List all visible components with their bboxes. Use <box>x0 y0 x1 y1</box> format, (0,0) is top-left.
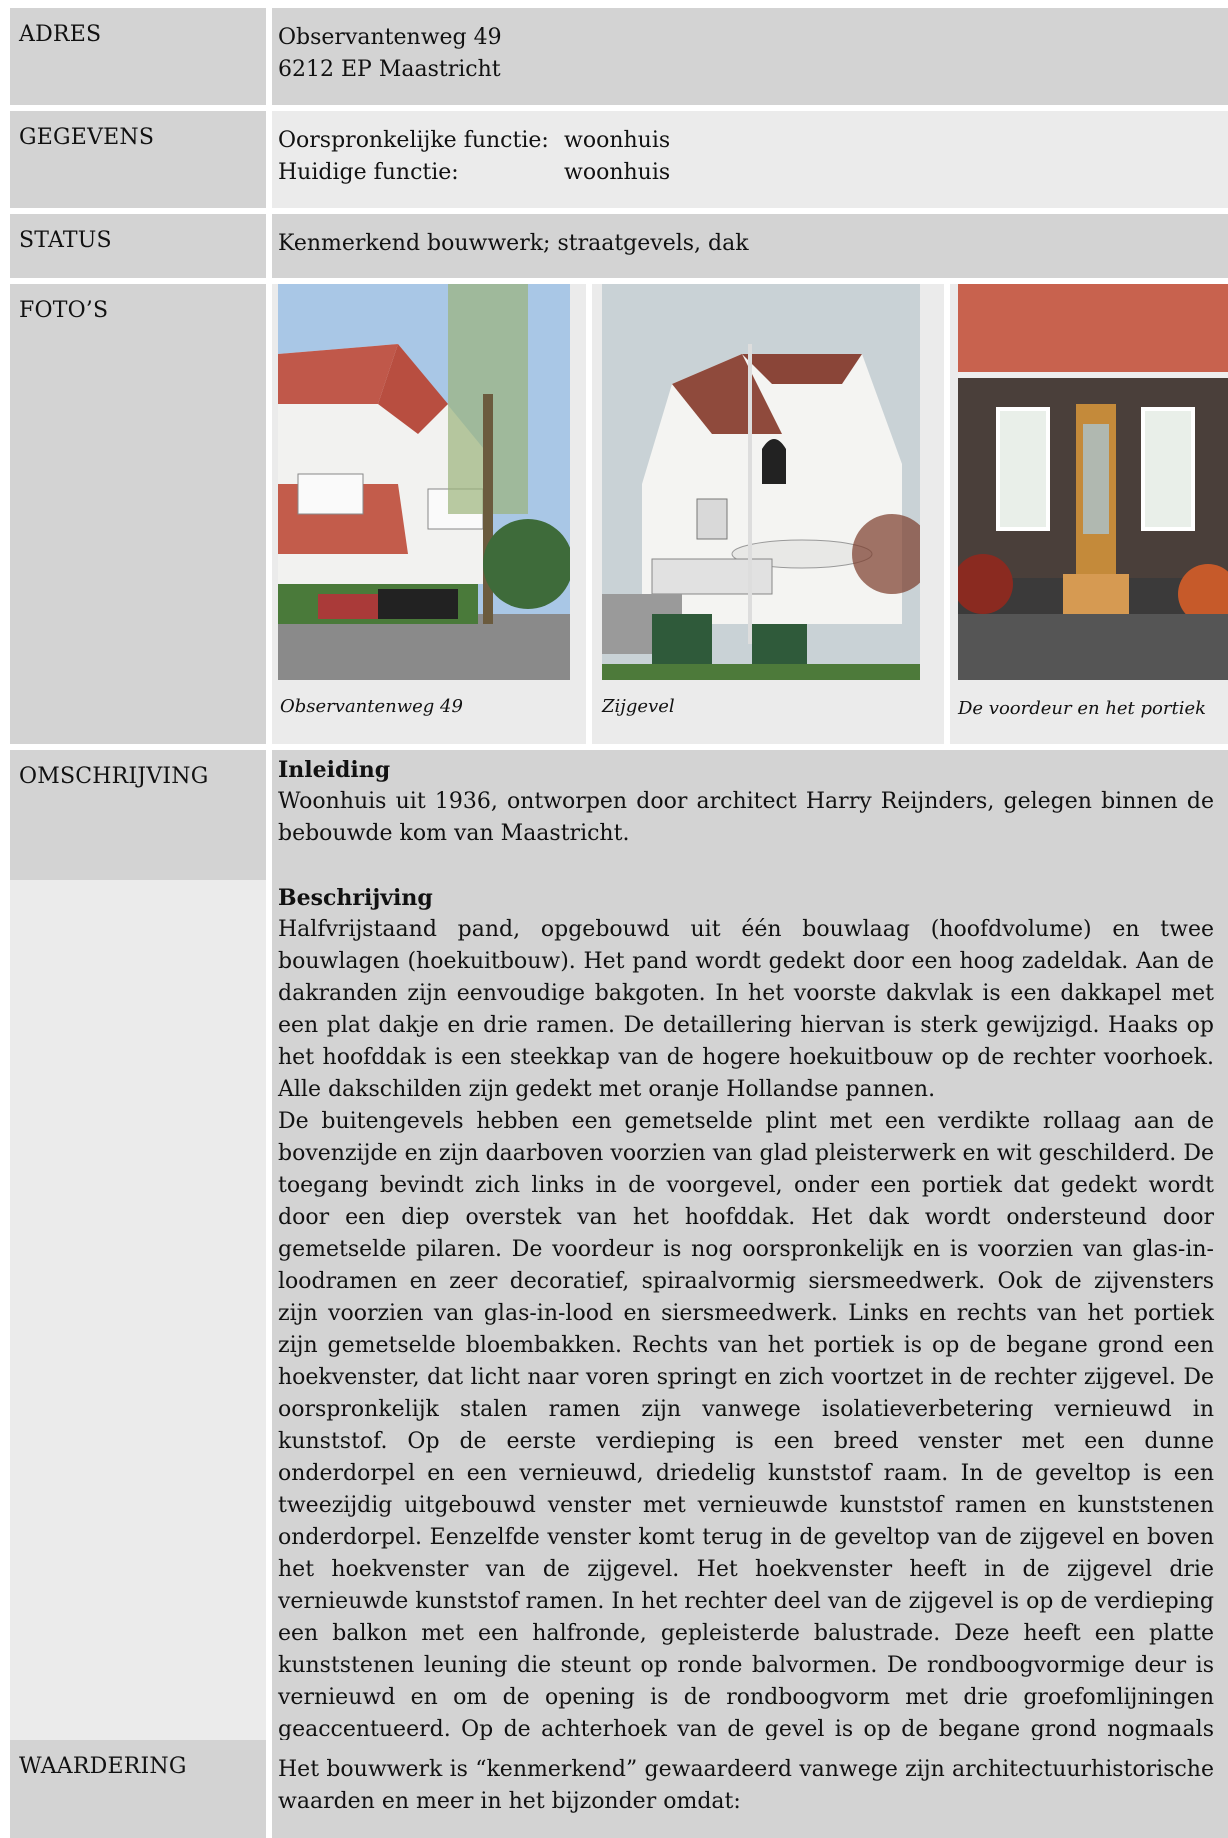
gegevens-cell: Oorspronkelijke functie: woonhuis Huidig… <box>272 111 1228 208</box>
photo-column-3: De voordeur en het portiek <box>950 284 1228 744</box>
status-cell: Kenmerkend bouwwerk; straatgevels, dak <box>272 214 1228 278</box>
address-postcode-city: 6212 EP Maastricht <box>278 57 501 82</box>
gegevens-key: Huidige functie: <box>278 160 459 185</box>
photo-caption-1: Observantenweg 49 <box>280 696 463 717</box>
description-cell: Inleiding Woonhuis uit 1936, ontworpen d… <box>272 750 1228 1784</box>
address-street: Observantenweg 49 <box>278 25 502 50</box>
house-side-photo <box>602 284 920 680</box>
label-gegevens: GEGEVENS <box>10 111 266 208</box>
photo-caption-3: De voordeur en het portiek <box>958 698 1207 719</box>
photo-column-2: Zijgevel <box>592 284 944 744</box>
address-cell: Observantenweg 49 6212 EP Maastricht <box>272 8 1228 105</box>
gegevens-value: woonhuis <box>564 160 671 185</box>
photo-column-1: Observantenweg 49 <box>272 284 586 744</box>
description-paragraph-1: Halfvrijstaand pand, opgebouwd uit één b… <box>278 917 1214 1102</box>
label-omschrijving-text: OMSCHRIJVING <box>19 764 209 789</box>
gegevens-row-current: Huidige functie: woonhuis <box>278 157 1214 189</box>
heading-inleiding: Inleiding <box>278 757 391 783</box>
status-text: Kenmerkend bouwwerk; straatgevels, dak <box>278 231 749 256</box>
house-front-photo <box>278 284 570 680</box>
description-paragraph-2: De buitengevels hebben een gemetselde pl… <box>278 1109 1214 1774</box>
intro-paragraph: Woonhuis uit 1936, ontworpen door archit… <box>278 789 1214 846</box>
gegevens-key: Oorspronkelijke functie: <box>278 128 549 153</box>
gegevens-value: woonhuis <box>564 128 671 153</box>
photo-caption-2: Zijgevel <box>602 696 675 717</box>
label-omschrijving: OMSCHRIJVING <box>10 750 266 1784</box>
label-fotos: FOTO’S <box>10 284 266 744</box>
label-waardering: WAARDERING <box>10 1740 266 1838</box>
gegevens-row-original: Oorspronkelijke functie: woonhuis <box>278 125 1214 157</box>
photos-cell: Observantenweg 49 Zijgevel De voordeur e… <box>272 284 1228 744</box>
label-adres: ADRES <box>10 8 266 105</box>
monument-record-sheet: ADRES Observantenweg 49 6212 EP Maastric… <box>0 0 1228 1838</box>
appraisal-cell: Het bouwwerk is “kenmerkend” gewaardeerd… <box>272 1740 1228 1838</box>
front-door-photo <box>958 284 1228 680</box>
heading-beschrijving: Beschrijving <box>278 885 433 911</box>
appraisal-text: Het bouwwerk is “kenmerkend” gewaardeerd… <box>278 1757 1214 1814</box>
label-status: STATUS <box>10 214 266 278</box>
